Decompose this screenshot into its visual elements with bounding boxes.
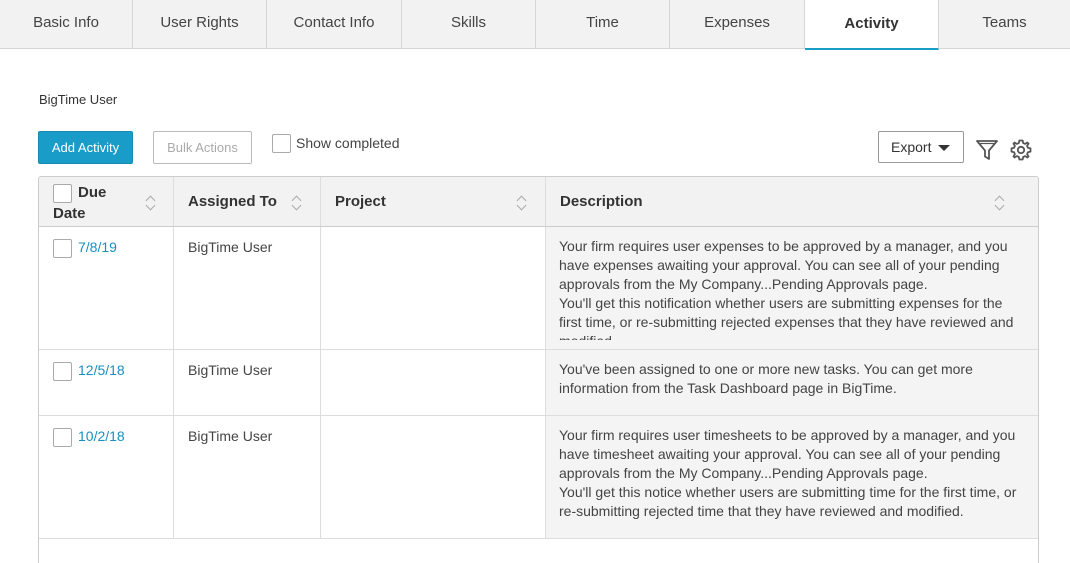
description-text: Your firm requires user timesheets to be… <box>559 427 1017 519</box>
show-completed-checkbox[interactable] <box>272 134 291 153</box>
header-description-label: Description <box>560 193 643 210</box>
export-label: Export <box>891 139 932 155</box>
tab-teams[interactable]: Teams <box>939 0 1070 49</box>
assigned-to-value: BigTime User <box>188 362 273 378</box>
filter-button[interactable] <box>974 137 1000 163</box>
row-checkbox[interactable] <box>53 362 72 381</box>
add-activity-button[interactable]: Add Activity <box>38 131 133 164</box>
gear-icon <box>1010 139 1032 161</box>
table-header: Due Date Assigned To Project Description <box>39 177 1038 227</box>
header-date-label: Date <box>53 205 86 222</box>
header-due-label: Due <box>78 184 107 201</box>
header-assigned-to-label: Assigned To <box>188 193 277 210</box>
tab-time[interactable]: Time <box>536 0 670 49</box>
user-name-label: BigTime User <box>39 92 118 107</box>
assigned-to-value: BigTime User <box>188 239 273 255</box>
show-completed-label: Show completed <box>296 134 400 151</box>
activity-table: Due Date Assigned To Project Description… <box>38 176 1039 563</box>
table-row[interactable]: 12/5/18 BigTime User You've been assigne… <box>39 350 1038 416</box>
row-checkbox[interactable] <box>53 239 72 258</box>
header-project[interactable]: Project <box>321 177 546 226</box>
export-dropdown[interactable]: Export <box>878 131 964 163</box>
tab-skills[interactable]: Skills <box>402 0 536 49</box>
due-date-link[interactable]: 10/2/18 <box>78 428 125 444</box>
row-checkbox[interactable] <box>53 428 72 447</box>
description-text: You've been assigned to one or more new … <box>559 361 973 396</box>
project-value <box>321 416 546 538</box>
project-value <box>321 227 546 349</box>
sort-icon[interactable] <box>291 194 301 212</box>
description-text: Your firm requires user expenses to be a… <box>559 238 1014 340</box>
tab-contact-info[interactable]: Contact Info <box>267 0 402 49</box>
show-completed-toggle[interactable]: Show completed <box>272 134 400 153</box>
tab-basic-info[interactable]: Basic Info <box>0 0 133 49</box>
tab-expenses[interactable]: Expenses <box>670 0 805 49</box>
bulk-actions-button: Bulk Actions <box>153 131 252 164</box>
header-assigned-to[interactable]: Assigned To <box>174 177 321 226</box>
filter-icon <box>976 140 998 160</box>
table-row[interactable]: 10/2/18 BigTime User Your firm requires … <box>39 416 1038 539</box>
settings-button[interactable] <box>1008 137 1034 163</box>
due-date-link[interactable]: 12/5/18 <box>78 362 125 378</box>
tab-user-rights[interactable]: User Rights <box>133 0 267 49</box>
select-all-checkbox[interactable] <box>53 184 72 203</box>
header-project-label: Project <box>335 193 386 210</box>
header-description[interactable]: Description <box>546 177 1038 226</box>
sort-icon[interactable] <box>516 194 526 212</box>
tab-bar: Basic Info User Rights Contact Info Skil… <box>0 0 1070 50</box>
header-due-date[interactable]: Due Date <box>39 177 174 226</box>
tab-activity[interactable]: Activity <box>805 0 939 50</box>
due-date-link[interactable]: 7/8/19 <box>78 239 117 255</box>
project-value <box>321 350 546 415</box>
sort-icon[interactable] <box>994 194 1004 212</box>
caret-down-icon <box>938 145 950 151</box>
assigned-to-value: BigTime User <box>188 428 273 444</box>
table-row[interactable]: 7/8/19 BigTime User Your firm requires u… <box>39 227 1038 350</box>
sort-icon[interactable] <box>145 194 155 212</box>
